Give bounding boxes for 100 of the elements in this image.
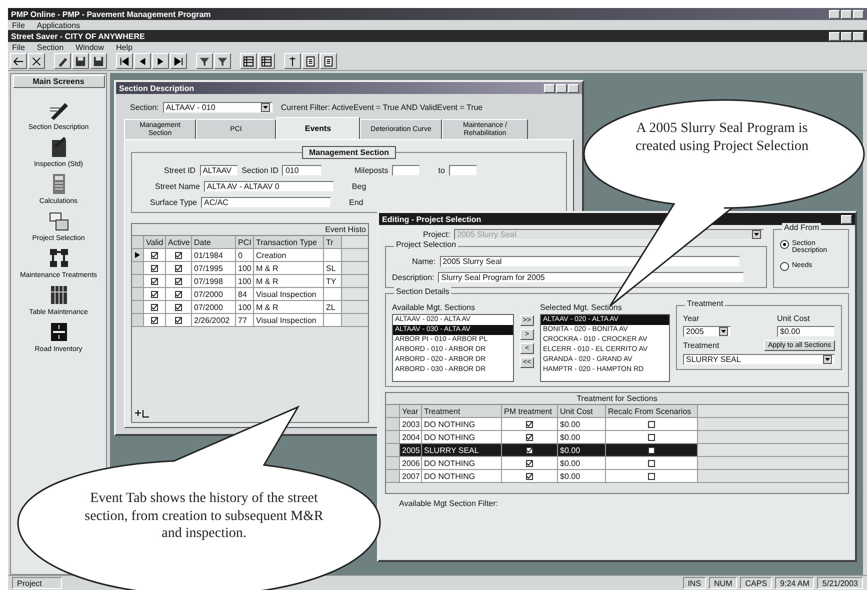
checkbox[interactable]: [151, 316, 158, 324]
app-title: PMP Online - PMP - Pavement Management Program: [11, 10, 211, 18]
menu-item[interactable]: File: [12, 42, 25, 52]
group-title: Management Section: [302, 146, 396, 159]
close-button[interactable]: [841, 214, 852, 224]
checkbox[interactable]: [151, 264, 158, 272]
toolbar-button[interactable]: [302, 53, 319, 69]
close-button[interactable]: [853, 32, 864, 40]
checkbox[interactable]: [151, 278, 158, 284]
toolbar-button[interactable]: [116, 53, 133, 69]
toolbar-button[interactable]: [240, 53, 257, 69]
maximize-button[interactable]: [841, 32, 852, 40]
name-field[interactable]: 2005 Slurry Seal: [440, 256, 740, 267]
dropdown-arrow-icon[interactable]: [752, 230, 762, 239]
section-dropdown[interactable]: ALTAAV - 010: [162, 102, 273, 113]
treatment-dropdown[interactable]: SLURRY SEAL: [683, 354, 835, 365]
menu-item[interactable]: Window: [76, 42, 104, 52]
close-button[interactable]: [568, 84, 579, 92]
checkbox[interactable]: [151, 252, 158, 258]
table-cell: $0.00: [558, 431, 606, 443]
checkbox[interactable]: [526, 460, 533, 466]
column-header: Active: [166, 236, 192, 248]
checkbox[interactable]: [648, 460, 655, 466]
toolbar-button[interactable]: [90, 53, 107, 69]
toolbar-button[interactable]: [28, 53, 45, 69]
record-navigator-icon[interactable]: [134, 409, 150, 418]
tab[interactable]: Events: [276, 117, 360, 139]
table-cell: DO NOTHING: [422, 431, 502, 443]
table-cell: 2004: [400, 431, 422, 443]
field-label: Street ID: [164, 166, 196, 175]
toolbar-button[interactable]: [134, 53, 151, 69]
toolbar-button[interactable]: [214, 53, 231, 69]
description-field[interactable]: Slurry Seal Program for 2005: [438, 272, 744, 283]
checkbox[interactable]: [526, 420, 533, 428]
toolbar-button[interactable]: [320, 53, 337, 69]
toolbar-button[interactable]: [54, 53, 71, 69]
checkbox[interactable]: [175, 264, 182, 272]
toolbar-button[interactable]: [284, 53, 301, 69]
milepost-field[interactable]: [448, 165, 477, 176]
toolbar-button[interactable]: [196, 53, 213, 69]
field-label: Unit Cost: [777, 314, 811, 323]
dropdown-arrow-icon[interactable]: [260, 103, 270, 112]
dropdown-arrow-icon[interactable]: [719, 327, 728, 336]
report-icon: [305, 56, 316, 66]
table-cell: 84: [236, 288, 254, 300]
menu-item[interactable]: Section: [36, 42, 64, 52]
section-id-field[interactable]: 010: [282, 165, 322, 176]
milepost-field[interactable]: [392, 165, 420, 176]
column-header: PM treatment: [502, 405, 558, 417]
field-label: to: [438, 166, 445, 175]
field-label: Treatment: [683, 341, 720, 350]
checkbox[interactable]: [175, 278, 182, 284]
checkbox[interactable]: [151, 304, 158, 310]
minimize-button[interactable]: [829, 10, 840, 18]
table-cell: ZL: [324, 301, 342, 313]
callout-text: Event Tab shows the history of the street section, from creation to subsequent M&R and inspection.: [84, 490, 324, 542]
row-header[interactable]: [132, 249, 144, 261]
minimize-button[interactable]: [544, 84, 555, 92]
checkbox[interactable]: [151, 290, 158, 298]
checkbox[interactable]: [175, 316, 182, 324]
table-cell: $0.00: [558, 444, 606, 456]
table-cell: M & R: [254, 262, 324, 274]
menu-item[interactable]: Help: [116, 42, 132, 52]
toolbar-button[interactable]: [10, 53, 27, 69]
checkbox[interactable]: [526, 472, 533, 480]
close-button[interactable]: [853, 10, 864, 18]
dropdown-arrow-icon[interactable]: [823, 355, 832, 364]
table-cell: 100: [236, 301, 254, 313]
maximize-button[interactable]: [556, 84, 567, 92]
checkbox[interactable]: [648, 434, 655, 440]
checkbox[interactable]: [648, 446, 655, 454]
dialog-title: Editing - Project Selection: [382, 214, 482, 224]
toolbar-button[interactable]: [258, 53, 275, 69]
toolbar-button[interactable]: [72, 53, 89, 69]
street-id-field[interactable]: ALTAAV: [200, 165, 238, 176]
column-header: Valid: [144, 236, 166, 248]
table-cell: $0.00: [558, 470, 606, 482]
checkbox[interactable]: [526, 446, 533, 454]
unit-cost-field[interactable]: $0.00: [777, 326, 835, 337]
surface-type-field[interactable]: AC/AC: [201, 197, 331, 208]
toolbar-button[interactable]: [152, 53, 169, 69]
toolbar-button[interactable]: [170, 53, 187, 69]
checkbox[interactable]: [648, 420, 655, 428]
checkbox[interactable]: [648, 472, 655, 480]
maximize-button[interactable]: [841, 10, 852, 18]
field-label: Section:: [130, 103, 159, 112]
checkbox[interactable]: [175, 252, 182, 258]
checkbox[interactable]: [175, 304, 182, 310]
column-header: Treatment: [422, 405, 502, 417]
checkbox[interactable]: [526, 434, 533, 440]
table-cell: $0.00: [558, 418, 606, 430]
street-name-field[interactable]: ALTA AV - ALTAAV 0: [204, 181, 334, 192]
group-title: Add From: [782, 223, 822, 232]
year-dropdown[interactable]: 2005: [683, 326, 731, 337]
minimize-button[interactable]: [829, 32, 840, 40]
menu-item[interactable]: Applications: [36, 20, 80, 30]
menu-item[interactable]: File: [12, 20, 25, 30]
column-header: Transaction Type: [254, 236, 324, 248]
checkbox[interactable]: [175, 290, 182, 298]
table-cell: 2006: [400, 457, 422, 469]
